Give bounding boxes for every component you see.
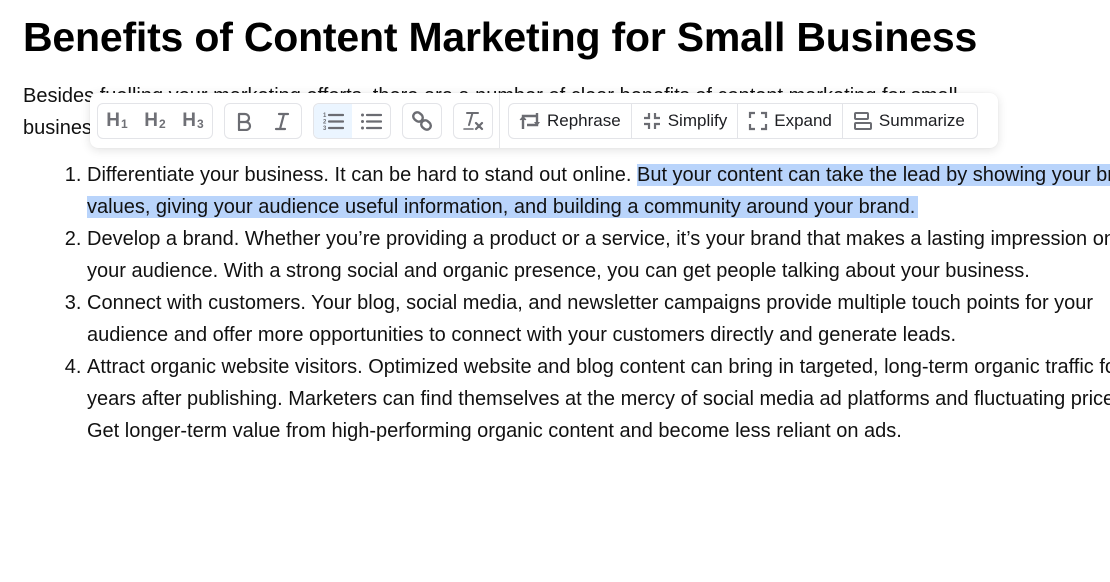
bullet-list-icon [361, 113, 382, 129]
bold-button[interactable] [225, 104, 263, 138]
rephrase-icon [519, 112, 540, 129]
heading-2-button[interactable]: H2 [136, 104, 174, 138]
italic-icon [274, 112, 290, 130]
summarize-button[interactable]: Summarize [841, 103, 977, 138]
expand-label: Expand [774, 110, 832, 130]
heading-2-icon: H2 [144, 109, 166, 131]
heading-1-icon: H1 [106, 109, 128, 131]
clear-formatting-icon [463, 111, 484, 130]
clear-format-group [453, 102, 493, 139]
clear-formatting-button[interactable] [454, 104, 492, 138]
simplify-label: Simplify [667, 110, 728, 130]
svg-text:3: 3 [323, 126, 327, 131]
list-item[interactable]: Differentiate your business. It can be h… [87, 159, 1110, 223]
link-icon [412, 110, 432, 131]
list-group: 1 2 3 [313, 102, 391, 139]
simplify-button[interactable]: Simplify [630, 103, 738, 138]
ordered-list-button[interactable]: 1 2 3 [314, 103, 352, 138]
summarize-label: Summarize [878, 110, 965, 130]
text-style-group [224, 102, 302, 139]
ordered-list-icon: 1 2 3 [323, 113, 344, 131]
expand-button[interactable]: Expand [737, 103, 842, 138]
list-item-text: Develop a brand. Whether you’re providin… [87, 228, 1110, 282]
expand-icon [749, 111, 768, 130]
rephrase-button[interactable]: Rephrase [509, 104, 631, 138]
svg-text:2: 2 [323, 119, 327, 125]
list-item-text: Attract organic website visitors. Optimi… [87, 356, 1110, 442]
list-item-text: Differentiate your business. It can be h… [87, 164, 637, 186]
simplify-icon [643, 112, 660, 129]
list-item-text: Connect with customers. Your blog, socia… [87, 292, 1094, 346]
list-item[interactable]: Develop a brand. Whether you’re providin… [87, 223, 1110, 287]
bullet-list-button[interactable] [352, 104, 390, 138]
heading-1-button[interactable]: H1 [98, 104, 136, 138]
heading-3-button[interactable]: H3 [174, 104, 212, 138]
document-title[interactable]: Benefits of Content Marketing for Small … [23, 13, 977, 61]
benefits-list: Differentiate your business. It can be h… [23, 159, 1110, 447]
heading-3-icon: H3 [182, 109, 204, 131]
floating-format-toolbar: H1 H2 H3 1 2 3 Rephrase Simplify Expand … [90, 93, 998, 148]
link-group [402, 102, 442, 139]
ai-actions-group: Rephrase Simplify Expand Summarize [508, 102, 978, 139]
summarize-icon [853, 111, 872, 130]
heading-group: H1 H2 H3 [97, 102, 213, 139]
link-button[interactable] [403, 104, 441, 138]
italic-button[interactable] [263, 104, 301, 138]
bold-icon [237, 112, 252, 131]
svg-text:1: 1 [323, 113, 327, 119]
list-item[interactable]: Connect with customers. Your blog, socia… [87, 287, 1110, 351]
rephrase-label: Rephrase [547, 110, 621, 130]
list-item[interactable]: Attract organic website visitors. Optimi… [87, 351, 1110, 447]
toolbar-divider [499, 93, 500, 148]
